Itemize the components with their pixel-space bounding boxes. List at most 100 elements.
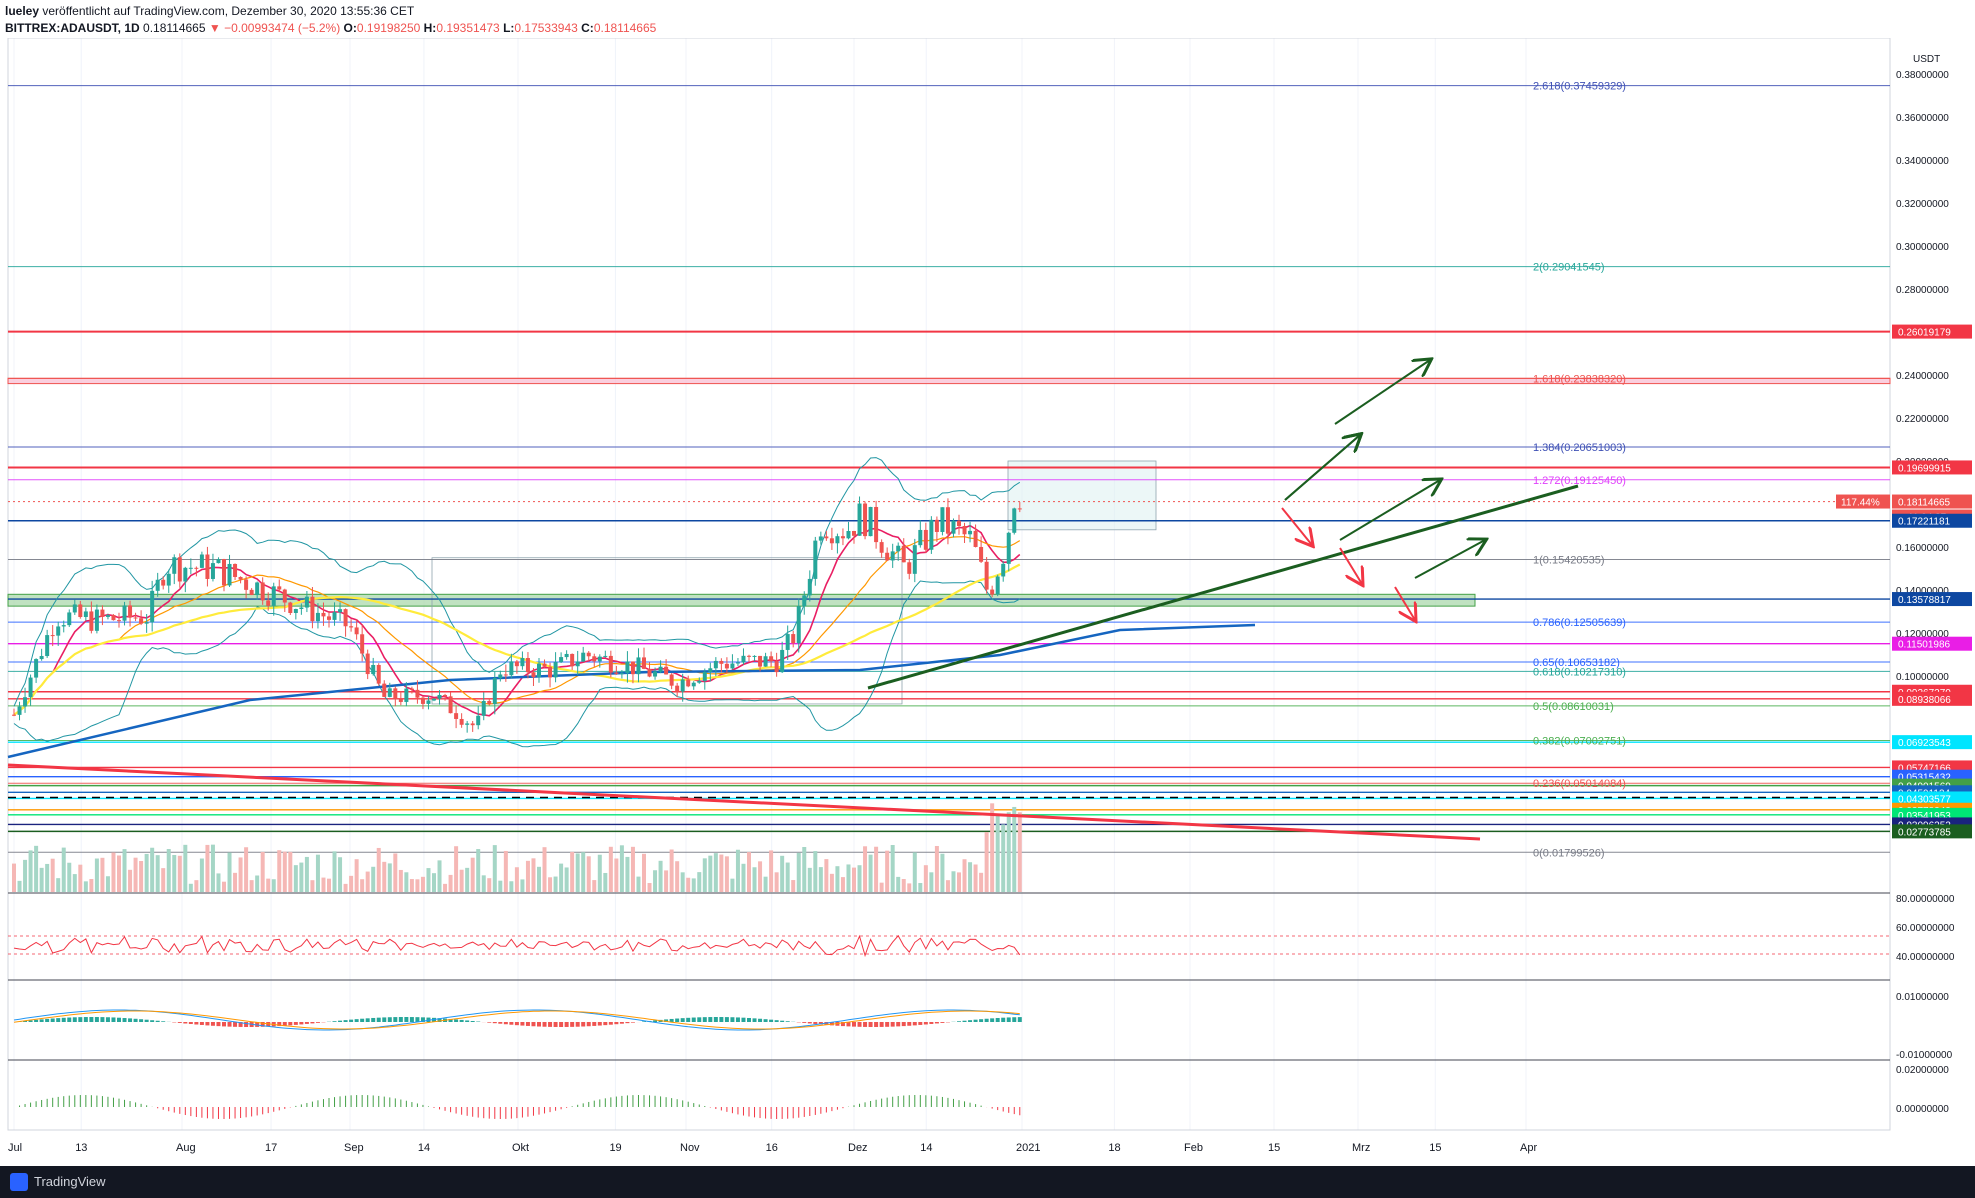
volume-bar — [238, 857, 243, 892]
candle-body — [824, 536, 829, 539]
volume-bar — [708, 855, 713, 892]
candle-body — [382, 683, 387, 697]
volume-bar — [901, 879, 906, 892]
symbol-name[interactable]: BITTREX:ADAUSDT, 1D — [5, 21, 140, 35]
volume-bar — [531, 858, 536, 892]
volume-bar — [266, 878, 271, 892]
time-tick-label: 2021 — [1016, 1142, 1040, 1154]
macd-histogram-bar — [371, 1017, 376, 1022]
volume-bar — [349, 875, 354, 892]
macd-histogram-bar — [293, 1022, 298, 1025]
macd-histogram-bar — [83, 1017, 88, 1022]
candle-body — [951, 520, 956, 534]
candle-body — [238, 576, 243, 580]
volume-bar — [122, 849, 127, 892]
volume-bar — [332, 851, 337, 892]
candle-body — [990, 589, 995, 595]
candle-body — [354, 627, 359, 635]
candle-body — [1017, 508, 1022, 510]
fib-label: 0.382(0.07002751) — [1533, 735, 1626, 747]
candle-body — [686, 679, 691, 687]
level-label: 0.11501986 — [1898, 640, 1951, 651]
volume-bar — [758, 861, 763, 892]
time-tick-label: 15 — [1268, 1142, 1280, 1154]
volume-bar — [973, 864, 978, 892]
candle-body — [78, 604, 83, 618]
volume-bar — [155, 855, 160, 892]
candle-body — [271, 586, 276, 606]
macd-histogram-bar — [697, 1017, 702, 1022]
volume-bar — [564, 867, 569, 892]
candle-body — [288, 602, 293, 613]
candle-body — [376, 664, 381, 684]
time-tick-label: Mrz — [1352, 1142, 1370, 1154]
tradingview-logo-icon[interactable] — [10, 1173, 28, 1191]
macd-histogram-bar — [758, 1018, 763, 1022]
volume-bar — [338, 857, 343, 892]
price-tick-label: 0.30000000 — [1896, 242, 1949, 253]
volume-bar — [244, 847, 249, 892]
macd-histogram-bar — [128, 1018, 133, 1022]
candle-body — [45, 635, 50, 657]
level-label: 0.26019179 — [1898, 328, 1951, 339]
volume-bar — [354, 859, 359, 892]
volume-bar — [807, 867, 812, 892]
volume-bar — [934, 845, 939, 892]
candle-body — [542, 663, 547, 667]
macd-histogram-bar — [675, 1018, 680, 1022]
candle-body — [642, 657, 646, 669]
volume-bar — [315, 854, 320, 892]
macd-histogram-bar — [741, 1017, 746, 1022]
macd-histogram-bar — [509, 1022, 514, 1025]
macd-histogram-bar — [730, 1017, 735, 1022]
time-tick-label: 17 — [265, 1142, 277, 1154]
volume-bar — [492, 845, 497, 892]
candle-body — [520, 658, 525, 667]
last-price: 0.18114665 — [143, 21, 206, 35]
candle-body — [415, 689, 420, 698]
volume-bar — [282, 851, 287, 892]
volume-bar — [990, 803, 995, 892]
volume-bar — [774, 872, 779, 892]
candle-body — [840, 536, 845, 539]
candle-body — [608, 655, 613, 673]
macd-histogram-bar — [934, 1022, 939, 1024]
candle-body — [658, 666, 663, 672]
macd-histogram-bar — [907, 1022, 912, 1026]
volume-bar — [360, 879, 365, 892]
volume-bar — [592, 880, 597, 892]
volume-bar — [619, 845, 624, 892]
publisher-name[interactable]: lueley — [5, 4, 39, 18]
volume-bar — [503, 850, 508, 892]
macd-histogram-bar — [520, 1022, 525, 1026]
candle-body — [492, 678, 497, 704]
time-tick-label: Okt — [512, 1142, 529, 1154]
ao-tick: 0.00000000 — [1896, 1104, 1949, 1115]
macd-histogram-bar — [315, 1022, 320, 1023]
candle-body — [233, 563, 238, 577]
volume-bar — [968, 862, 973, 892]
red-arrow — [1339, 547, 1362, 584]
candle-body — [481, 701, 486, 716]
candle-body — [879, 542, 884, 553]
macd-histogram-bar — [531, 1022, 536, 1027]
volume-bar — [299, 862, 304, 892]
volume-bar — [818, 867, 823, 892]
candle-body — [503, 674, 508, 676]
candle-body — [387, 688, 392, 697]
fib-label: 0(0.01799526) — [1533, 847, 1605, 859]
macd-histogram-bar — [304, 1022, 309, 1024]
chart-area[interactable]: 2.618(0.37459329) 2(0.29041545) 1.618(0.23… — [0, 0, 1975, 1166]
price-tick-label: 0.10000000 — [1896, 672, 1949, 683]
candle-body — [94, 609, 99, 631]
volume-bar — [89, 879, 94, 892]
volume-bar — [979, 872, 984, 892]
volume-bar — [327, 878, 331, 892]
macd-histogram-bar — [393, 1017, 398, 1022]
macd-histogram-bar — [686, 1017, 691, 1022]
volume-bar — [625, 856, 630, 892]
fib-label: 0.618(0.10217310) — [1533, 666, 1626, 678]
candle-body — [912, 545, 917, 574]
candle-body — [465, 723, 470, 725]
volume-bar — [415, 879, 420, 892]
